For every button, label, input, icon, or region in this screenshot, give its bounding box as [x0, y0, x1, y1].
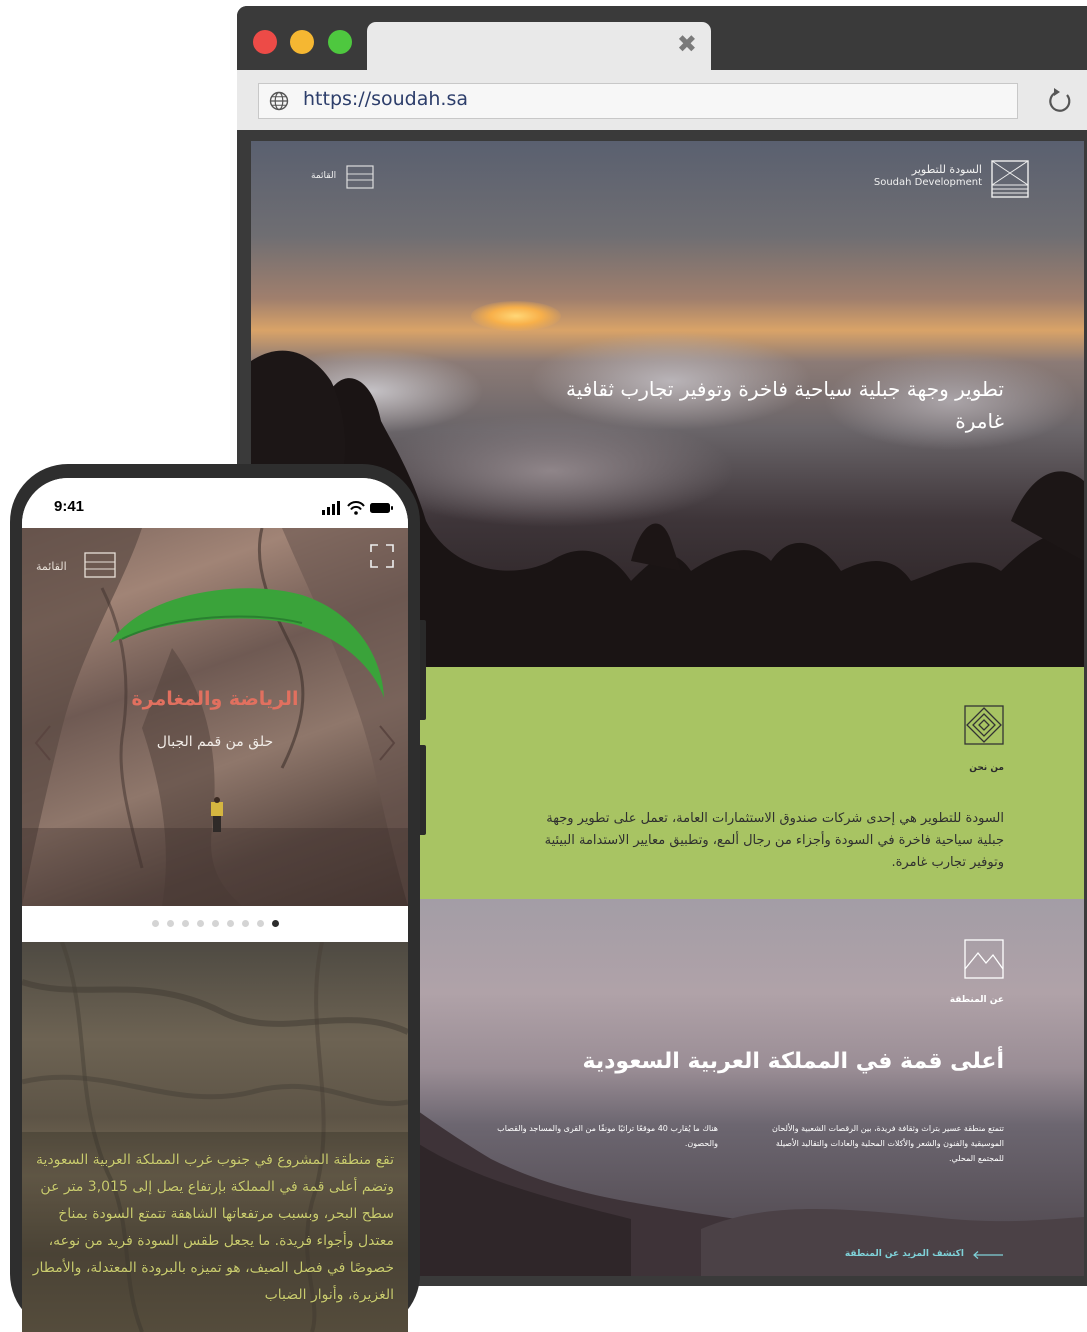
expand-icon[interactable] — [370, 544, 394, 568]
url-text: https://soudah.sa — [303, 88, 468, 110]
pager-dot[interactable] — [242, 920, 249, 927]
globe-icon — [269, 91, 289, 111]
signal-icon — [322, 501, 340, 515]
soudah-logo-icon[interactable] — [990, 159, 1030, 199]
pager-dot[interactable] — [152, 920, 159, 927]
battery-icon — [370, 503, 393, 513]
browser-tab[interactable]: ✖ — [367, 22, 711, 70]
hero-slide[interactable]: القائمة الرياضة والمغامرة حلق من قمم الج… — [22, 528, 408, 906]
region-title: أعلى قمة في المملكة العربية السعودية — [582, 1049, 1004, 1074]
phone-content: تقع منطقة المشروع في جنوب غرب المملكة ال… — [22, 942, 408, 1332]
pager-dot[interactable] — [272, 920, 279, 927]
pager-dot[interactable] — [182, 920, 189, 927]
explore-region-link[interactable]: اكتشف المزيد عن المنطقة — [845, 1249, 964, 1259]
pager-dot[interactable] — [212, 920, 219, 927]
paraglider-pilot — [211, 797, 223, 832]
minimize-window-button[interactable] — [290, 30, 314, 54]
pager-dots — [152, 920, 282, 930]
slide-pager — [22, 906, 408, 942]
hero-title: تطوير وجهة جبلية سياحية فاخرة وتوفير تجا… — [565, 377, 1004, 433]
menu-icon[interactable] — [84, 552, 116, 578]
url-field[interactable]: https://soudah.sa — [258, 83, 1018, 119]
region-label: عن المنطقة — [949, 995, 1004, 1005]
diamond-icon — [964, 705, 1004, 745]
address-bar: https://soudah.sa — [237, 70, 1087, 130]
maximize-window-button[interactable] — [328, 30, 352, 54]
title-bar: ✖ — [237, 6, 1087, 70]
chevron-right-icon[interactable] — [376, 723, 398, 763]
slide-title: الرياضة والمغامرة — [131, 688, 299, 710]
status-bar: 9:41 — [22, 478, 408, 528]
reload-icon[interactable] — [1045, 86, 1075, 116]
about-label: من نحن — [969, 763, 1004, 773]
phone-frame: 9:41 القائمة الرياضة والمغامرة حلق من قم… — [10, 464, 420, 1332]
slide-subtitle: حلق من قمم الجبال — [156, 734, 274, 750]
chevron-left-icon[interactable] — [32, 723, 54, 763]
tab-close-icon[interactable]: ✖ — [677, 32, 697, 56]
arrow-left-icon[interactable] — [972, 1251, 1004, 1259]
pager-dot[interactable] — [227, 920, 234, 927]
status-time: 9:41 — [54, 498, 85, 515]
paraglider-canopy — [110, 588, 384, 698]
pager-dot[interactable] — [257, 920, 264, 927]
about-text: السودة للتطوير هي إحدى شركات صندوق الاست… — [544, 811, 1004, 870]
pager-dot[interactable] — [167, 920, 174, 927]
wifi-icon — [347, 501, 365, 515]
phone-menu-label[interactable]: القائمة — [36, 560, 67, 573]
mountain-frame-icon — [964, 939, 1004, 979]
logo-text-ar: السودة للتطوير — [911, 163, 982, 176]
phone-body-text: تقع منطقة المشروع في جنوب غرب المملكة ال… — [32, 1152, 394, 1303]
phone-screen: 9:41 القائمة الرياضة والمغامرة حلق من قم… — [22, 478, 408, 1332]
region-text-right: تتمتع منطقة عسير بتراث وثقافة فريدة، بين… — [772, 1124, 1004, 1163]
pager-dot[interactable] — [197, 920, 204, 927]
close-window-button[interactable] — [253, 30, 277, 54]
region-text-left: هناك ما يُقارب 40 موقعًا تراثيًا مونقًا … — [497, 1124, 718, 1148]
menu-icon[interactable] — [346, 165, 374, 189]
menu-label[interactable]: القائمة — [311, 171, 336, 181]
logo-text-en: Soudah Development — [873, 177, 982, 188]
status-icons — [322, 501, 393, 515]
